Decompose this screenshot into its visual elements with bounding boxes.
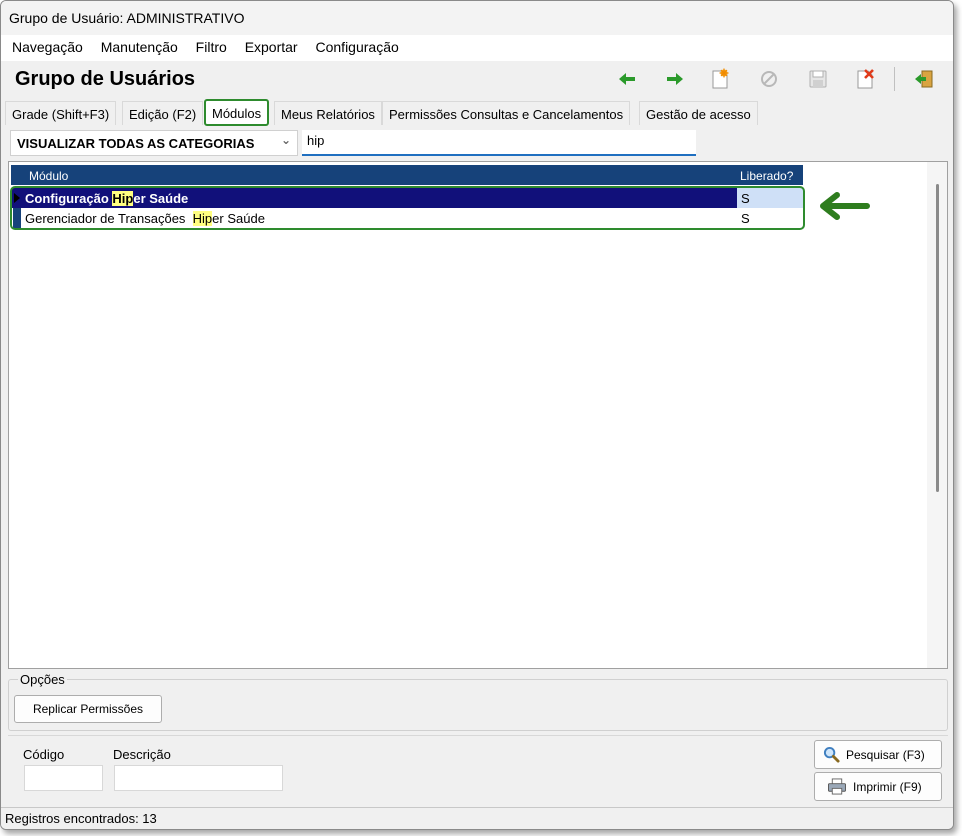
search-panel: Código Descrição Pesquisar (F3) Imprimir… bbox=[8, 735, 948, 805]
tab-edicao[interactable]: Edição (F2) bbox=[122, 101, 204, 125]
options-legend: Opções bbox=[18, 672, 67, 687]
menu-manutencao[interactable]: Manutenção bbox=[101, 39, 178, 55]
annotation-highlight-box bbox=[10, 186, 805, 230]
menu-bar: Navegação Manutenção Filtro Exportar Con… bbox=[1, 35, 953, 61]
printer-icon bbox=[828, 778, 846, 795]
menu-exportar[interactable]: Exportar bbox=[245, 39, 298, 55]
save-icon bbox=[809, 70, 827, 88]
replicate-permissions-button[interactable]: Replicar Permissões bbox=[14, 695, 162, 723]
code-field[interactable] bbox=[24, 765, 103, 791]
tab-modulos[interactable]: Módulos bbox=[204, 99, 270, 126]
chevron-down-icon: ⌄ bbox=[280, 133, 291, 147]
menu-navegacao[interactable]: Navegação bbox=[12, 39, 83, 55]
tab-strip: Grade (Shift+F3) Edição (F2) Módulos Meu… bbox=[5, 99, 949, 126]
category-select-value: VISUALIZAR TODAS AS CATEGORIAS bbox=[17, 136, 255, 151]
exit-icon bbox=[915, 70, 933, 88]
records-count: Registros encontrados: 13 bbox=[5, 811, 157, 826]
description-label: Descrição bbox=[113, 747, 171, 762]
exit-button[interactable] bbox=[911, 67, 937, 91]
search-button[interactable]: Pesquisar (F3) bbox=[814, 740, 942, 769]
tab-meus-relatorios[interactable]: Meus Relatórios bbox=[274, 101, 382, 125]
search-input[interactable]: hip bbox=[302, 130, 696, 156]
vertical-scrollbar[interactable] bbox=[927, 162, 947, 668]
tab-gestao-acesso[interactable]: Gestão de acesso bbox=[639, 101, 758, 125]
column-header-liberado[interactable]: Liberado? bbox=[740, 169, 793, 183]
tab-grade[interactable]: Grade (Shift+F3) bbox=[5, 101, 117, 125]
code-label: Código bbox=[23, 747, 65, 762]
toolbar-separator bbox=[894, 67, 895, 91]
print-button[interactable]: Imprimir (F9) bbox=[814, 772, 942, 801]
delete-button[interactable] bbox=[852, 67, 878, 91]
menu-filtro[interactable]: Filtro bbox=[196, 39, 227, 55]
print-button-label: Imprimir (F9) bbox=[853, 779, 922, 794]
filter-bar: VISUALIZAR TODAS AS CATEGORIAS ⌄ hip bbox=[7, 126, 947, 160]
cancel-icon bbox=[761, 71, 777, 87]
grid-header: Módulo Liberado? bbox=[11, 165, 803, 185]
window-title: Grupo de Usuário: ADMINISTRATIVO bbox=[9, 10, 245, 26]
title-bar: Grupo de Usuário: ADMINISTRATIVO bbox=[1, 1, 953, 35]
arrow-right-icon bbox=[667, 73, 683, 85]
scrollbar-thumb[interactable] bbox=[936, 184, 939, 492]
new-document-icon bbox=[712, 68, 729, 89]
annotation-arrow-icon bbox=[820, 192, 870, 220]
arrow-left-icon bbox=[619, 73, 635, 85]
column-header-modulo[interactable]: Módulo bbox=[29, 169, 68, 183]
tab-permissoes[interactable]: Permissões Consultas e Cancelamentos bbox=[382, 101, 631, 125]
category-select[interactable]: VISUALIZAR TODAS AS CATEGORIAS ⌄ bbox=[10, 130, 298, 156]
delete-icon bbox=[857, 69, 874, 89]
cancel-button[interactable] bbox=[756, 67, 782, 91]
replicate-permissions-label: Replicar Permissões bbox=[32, 702, 144, 716]
modules-grid: Módulo Liberado? Configuração Hiper Saúd… bbox=[8, 161, 948, 669]
save-button[interactable] bbox=[805, 67, 831, 91]
new-button[interactable] bbox=[707, 67, 733, 91]
header-bar: Grupo de Usuários bbox=[1, 61, 953, 97]
page-title: Grupo de Usuários bbox=[15, 68, 196, 90]
app-window: Grupo de Usuário: ADMINISTRATIVO Navegaç… bbox=[0, 0, 954, 830]
options-group: Opções Replicar Permissões bbox=[8, 672, 948, 731]
menu-configuracao[interactable]: Configuração bbox=[316, 39, 399, 55]
search-button-label: Pesquisar (F3) bbox=[846, 747, 925, 762]
magnifier-icon bbox=[823, 746, 840, 763]
previous-button[interactable] bbox=[614, 67, 640, 91]
next-button[interactable] bbox=[662, 67, 688, 91]
status-bar: Registros encontrados: 13 bbox=[1, 807, 953, 829]
description-field[interactable] bbox=[114, 765, 283, 791]
